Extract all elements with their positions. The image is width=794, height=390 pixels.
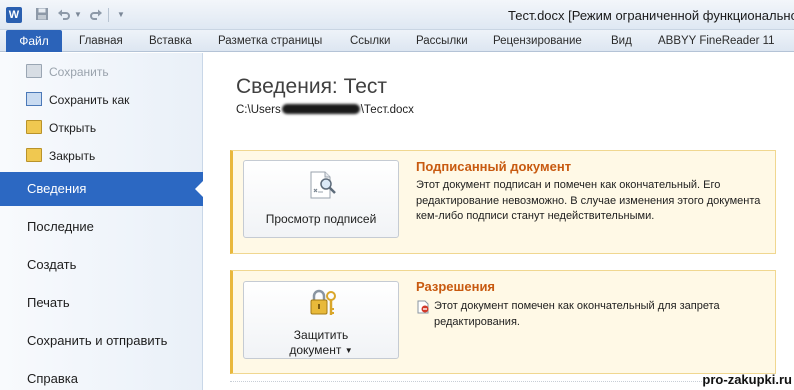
tab-mailings[interactable]: Рассылки xyxy=(416,30,468,52)
page-title: Сведения: Тест xyxy=(236,75,388,98)
nav-new[interactable]: Создать xyxy=(0,248,203,282)
open-command-label: Открыть xyxy=(49,121,97,135)
chevron-down-icon[interactable]: ▼ xyxy=(70,7,86,23)
view-signatures-button[interactable]: Просмотр подписей xyxy=(243,160,399,238)
floppy-icon[interactable] xyxy=(34,7,50,23)
document-magnifier-icon xyxy=(310,171,336,199)
close-folder-icon xyxy=(26,148,42,162)
section-divider xyxy=(230,381,776,382)
nav-info-label: Сведения xyxy=(27,181,87,196)
nav-print[interactable]: Печать xyxy=(0,286,203,320)
nav-help[interactable]: Справка xyxy=(0,362,203,390)
permissions-description: Этот документ помечен как окончательный … xyxy=(434,300,720,328)
title-bar: W ▼ ▼ Тест.docx [Режим ограниченной функ… xyxy=(0,0,794,30)
protect-document-label: Защитить документ ▼ xyxy=(244,328,398,358)
tab-references[interactable]: Ссылки xyxy=(350,30,391,52)
customize-quick-access-icon[interactable]: ▼ xyxy=(113,7,129,23)
save-as-command-label: Сохранить как xyxy=(49,93,130,107)
backstage-menu: Сохранить Сохранить как Открыть Закрыть … xyxy=(0,53,204,390)
open-command[interactable]: Открыть xyxy=(26,117,96,139)
protect-document-button[interactable]: Защитить документ ▼ xyxy=(243,281,399,359)
permissions-panel: Защитить документ ▼ Разрешения Этот доку… xyxy=(230,270,776,374)
save-command[interactable]: Сохранить xyxy=(26,61,109,83)
nav-info[interactable]: Сведения xyxy=(0,172,204,206)
close-command[interactable]: Закрыть xyxy=(26,145,95,167)
floppy-icon xyxy=(26,64,42,78)
signed-document-description: Этот документ подписан и помечен как око… xyxy=(416,179,761,222)
tab-file[interactable]: Файл xyxy=(6,30,62,52)
protect-label-line2: документ xyxy=(289,343,342,357)
tab-view[interactable]: Вид xyxy=(611,30,632,52)
word-logo[interactable]: W xyxy=(6,7,22,23)
window-title: Тест.docx [Режим ограниченной функционал… xyxy=(508,8,794,23)
tab-review[interactable]: Рецензирование xyxy=(493,30,582,52)
active-pointer-icon xyxy=(195,180,204,198)
nav-save-and-send[interactable]: Сохранить и отправить xyxy=(0,324,203,358)
tab-page-layout[interactable]: Разметка страницы xyxy=(218,30,322,52)
tab-home[interactable]: Главная xyxy=(79,30,123,52)
view-signatures-label: Просмотр подписей xyxy=(265,212,377,226)
permissions-heading: Разрешения xyxy=(416,279,496,294)
protect-label-line1: Защитить xyxy=(293,328,349,342)
dropdown-caret-icon: ▼ xyxy=(344,346,353,355)
lock-key-icon xyxy=(310,289,336,315)
path-suffix: \Тест.docx xyxy=(360,104,414,116)
document-path: C:\Users \Тест.docx xyxy=(236,104,414,116)
ribbon-tabs: Файл Главная Вставка Разметка страницы С… xyxy=(0,30,794,52)
signed-document-heading: Подписанный документ xyxy=(416,159,572,174)
open-folder-icon xyxy=(26,120,42,134)
close-command-label: Закрыть xyxy=(49,149,96,163)
path-prefix: C:\Users xyxy=(236,104,281,116)
save-command-label: Сохранить xyxy=(49,65,109,79)
redacted-smudge xyxy=(281,104,360,114)
nav-recent[interactable]: Последние xyxy=(0,210,203,244)
tab-insert[interactable]: Вставка xyxy=(149,30,192,52)
toolbar-divider xyxy=(108,8,109,22)
signed-document-panel: Просмотр подписей Подписанный документ Э… xyxy=(230,150,776,254)
watermark: pro-zakupki.ru xyxy=(702,372,792,387)
redo-icon[interactable] xyxy=(88,7,104,23)
save-as-command[interactable]: Сохранить как xyxy=(26,89,129,111)
save-as-icon xyxy=(26,92,42,106)
tab-abbyy-finereader[interactable]: ABBYY FineReader 11 xyxy=(658,30,775,52)
